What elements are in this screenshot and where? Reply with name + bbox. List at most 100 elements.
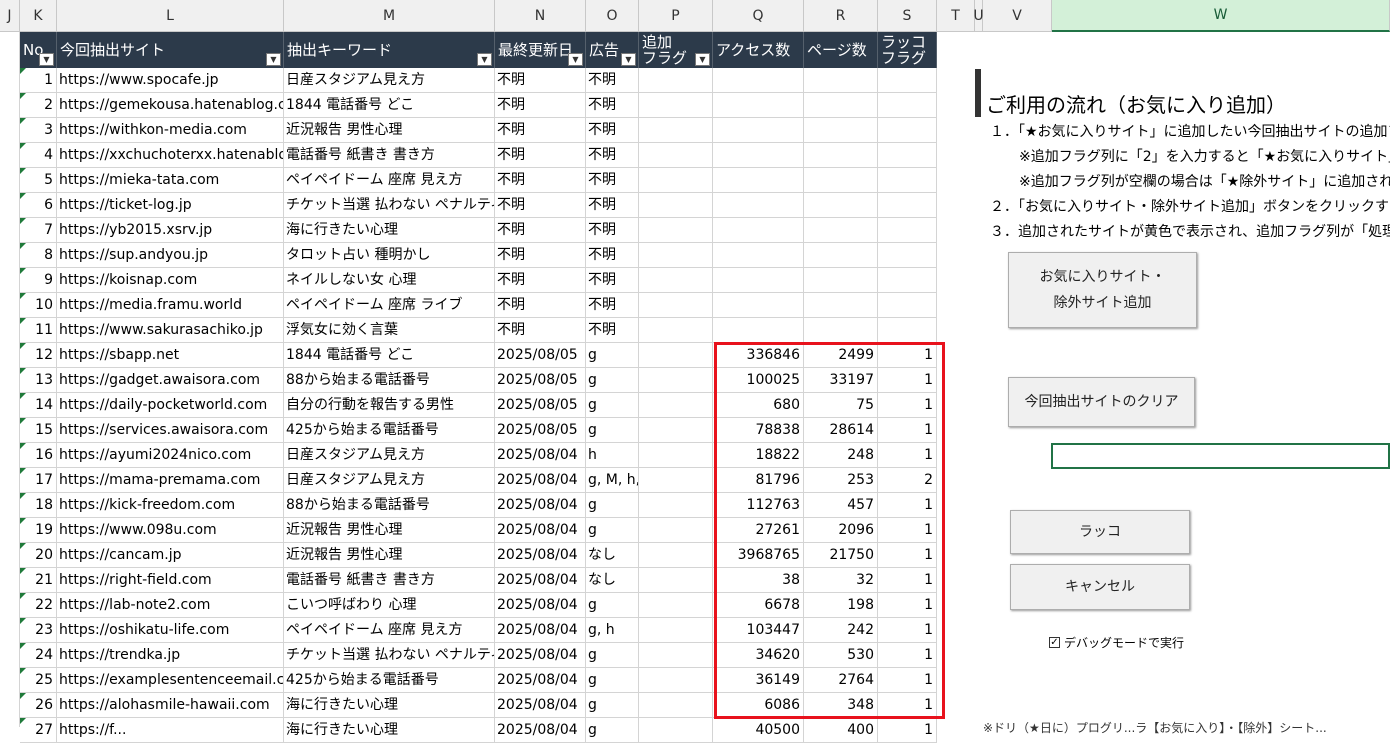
updated-date[interactable]: 2025/08/04 xyxy=(495,668,586,693)
keyword[interactable]: 88から始まる電話番号 xyxy=(284,368,495,393)
keyword[interactable]: ペイペイドーム 座席 見え方 xyxy=(284,168,495,193)
updated-date[interactable]: 2025/08/04 xyxy=(495,718,586,743)
rakko-flag[interactable] xyxy=(878,243,937,268)
updated-date[interactable]: 不明 xyxy=(495,143,586,168)
page-count[interactable]: 457 xyxy=(804,493,878,518)
filter-dropdown-icon[interactable]: ▼ xyxy=(266,53,281,66)
ad-type[interactable]: g xyxy=(586,493,639,518)
page-count[interactable]: 400 xyxy=(804,718,878,743)
row-number[interactable]: 22 xyxy=(20,593,57,618)
column-header-t[interactable]: T xyxy=(937,0,975,32)
rakko-flag[interactable] xyxy=(878,118,937,143)
column-header-q[interactable]: Q xyxy=(713,0,804,32)
column-header-v[interactable]: V xyxy=(983,0,1052,32)
row-number[interactable]: 2 xyxy=(20,93,57,118)
rakko-flag[interactable] xyxy=(878,293,937,318)
row-number[interactable]: 19 xyxy=(20,518,57,543)
rakko-flag[interactable]: 1 xyxy=(878,718,937,743)
page-count[interactable] xyxy=(804,243,878,268)
updated-date[interactable]: 不明 xyxy=(495,168,586,193)
updated-date[interactable]: 2025/08/05 xyxy=(495,393,586,418)
updated-date[interactable]: 2025/08/04 xyxy=(495,493,586,518)
keyword[interactable]: 88から始まる電話番号 xyxy=(284,493,495,518)
access-count[interactable]: 3968765 xyxy=(713,543,804,568)
rakko-flag[interactable]: 1 xyxy=(878,493,937,518)
access-count[interactable]: 38 xyxy=(713,568,804,593)
column-header-m[interactable]: M xyxy=(284,0,495,32)
rakko-flag[interactable] xyxy=(878,68,937,93)
page-count[interactable]: 253 xyxy=(804,468,878,493)
site-url[interactable]: https://trendka.jp xyxy=(57,643,284,668)
site-url[interactable]: https://ticket-log.jp xyxy=(57,193,284,218)
keyword[interactable]: ペイペイドーム 座席 ライブ xyxy=(284,293,495,318)
add-flag[interactable] xyxy=(639,693,713,718)
page-count[interactable] xyxy=(804,118,878,143)
add-flag[interactable] xyxy=(639,468,713,493)
site-url[interactable]: https://oshikatu-life.com xyxy=(57,618,284,643)
add-flag[interactable] xyxy=(639,293,713,318)
access-count[interactable]: 81796 xyxy=(713,468,804,493)
access-count[interactable] xyxy=(713,193,804,218)
ad-type[interactable]: 不明 xyxy=(586,293,639,318)
site-url[interactable]: https://ayumi2024nico.com xyxy=(57,443,284,468)
page-count[interactable]: 32 xyxy=(804,568,878,593)
add-flag[interactable] xyxy=(639,318,713,343)
updated-date[interactable]: 2025/08/04 xyxy=(495,443,586,468)
keyword[interactable]: チケット当選 払わない ペナルティ xyxy=(284,193,495,218)
rakko-flag[interactable] xyxy=(878,318,937,343)
row-number[interactable]: 12 xyxy=(20,343,57,368)
updated-date[interactable]: 2025/08/04 xyxy=(495,593,586,618)
row-number[interactable]: 25 xyxy=(20,668,57,693)
page-count[interactable] xyxy=(804,293,878,318)
add-flag[interactable] xyxy=(639,618,713,643)
site-url[interactable]: https://xxchuchoterxx.hatenablog.com xyxy=(57,143,284,168)
rakko-flag[interactable]: 1 xyxy=(878,618,937,643)
add-flag[interactable] xyxy=(639,168,713,193)
page-count[interactable]: 242 xyxy=(804,618,878,643)
keyword[interactable]: チケット当選 払わない ペナルティ xyxy=(284,643,495,668)
site-url[interactable]: https://gadget.awaisora.com xyxy=(57,368,284,393)
access-count[interactable]: 680 xyxy=(713,393,804,418)
column-header-j[interactable]: J xyxy=(0,0,20,32)
access-count[interactable] xyxy=(713,143,804,168)
updated-date[interactable]: 2025/08/04 xyxy=(495,643,586,668)
keyword[interactable]: 海に行きたい心理 xyxy=(284,218,495,243)
access-count[interactable]: 40500 xyxy=(713,718,804,743)
page-count[interactable]: 75 xyxy=(804,393,878,418)
site-url[interactable]: https://withkon-media.com xyxy=(57,118,284,143)
page-count[interactable]: 2499 xyxy=(804,343,878,368)
row-number[interactable]: 16 xyxy=(20,443,57,468)
updated-date[interactable]: 2025/08/05 xyxy=(495,343,586,368)
site-url[interactable]: https://lab-note2.com xyxy=(57,593,284,618)
rakko-flag[interactable] xyxy=(878,268,937,293)
rakko-flag[interactable]: 1 xyxy=(878,568,937,593)
site-url[interactable]: https://kick-freedom.com xyxy=(57,493,284,518)
add-flag[interactable] xyxy=(639,193,713,218)
column-header-k[interactable]: K xyxy=(20,0,57,32)
ad-type[interactable]: 不明 xyxy=(586,243,639,268)
page-count[interactable] xyxy=(804,143,878,168)
add-flag[interactable] xyxy=(639,143,713,168)
add-flag[interactable] xyxy=(639,593,713,618)
row-number[interactable]: 15 xyxy=(20,418,57,443)
add-flag[interactable] xyxy=(639,118,713,143)
ad-type[interactable]: 不明 xyxy=(586,218,639,243)
add-flag[interactable] xyxy=(639,718,713,743)
rakko-flag[interactable]: 1 xyxy=(878,668,937,693)
row-number[interactable]: 21 xyxy=(20,568,57,593)
keyword[interactable]: 自分の行動を報告する男性 xyxy=(284,393,495,418)
add-flag[interactable] xyxy=(639,218,713,243)
rakko-flag[interactable] xyxy=(878,218,937,243)
page-count[interactable]: 530 xyxy=(804,643,878,668)
page-count[interactable]: 21750 xyxy=(804,543,878,568)
page-count[interactable] xyxy=(804,168,878,193)
access-count[interactable] xyxy=(713,68,804,93)
filter-dropdown-icon[interactable]: ▼ xyxy=(621,53,636,66)
access-count[interactable] xyxy=(713,268,804,293)
ad-type[interactable]: g xyxy=(586,668,639,693)
rakko-flag[interactable]: 1 xyxy=(878,518,937,543)
page-count[interactable] xyxy=(804,218,878,243)
site-url[interactable]: https://services.awaisora.com xyxy=(57,418,284,443)
page-count[interactable]: 33197 xyxy=(804,368,878,393)
cancel-button[interactable]: キャンセル xyxy=(1010,564,1190,610)
